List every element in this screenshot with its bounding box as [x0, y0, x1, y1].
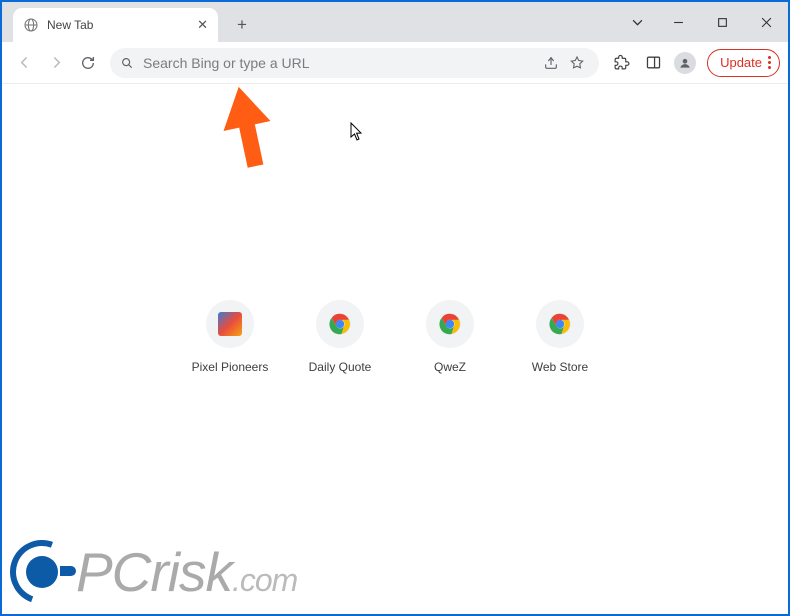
close-button[interactable] — [744, 2, 788, 42]
extensions-button[interactable] — [607, 49, 635, 77]
shortcut-label: Pixel Pioneers — [192, 360, 269, 374]
shortcut-icon — [426, 300, 474, 348]
chrome-icon — [438, 312, 462, 336]
shortcut-label: QweZ — [434, 360, 466, 374]
cursor-icon — [350, 122, 364, 142]
shortcut-qwez[interactable]: QweZ — [410, 300, 490, 374]
update-label: Update — [720, 55, 762, 70]
sidepanel-button[interactable] — [639, 49, 667, 77]
chevron-down-icon[interactable] — [618, 2, 656, 42]
shortcut-icon — [316, 300, 364, 348]
bookmark-icon[interactable] — [569, 55, 585, 71]
share-icon[interactable] — [543, 55, 559, 71]
globe-icon — [23, 17, 39, 33]
profile-button[interactable] — [674, 52, 696, 74]
toolbar: Update — [2, 42, 788, 84]
close-icon[interactable]: ✕ — [197, 17, 208, 33]
minimize-button[interactable] — [656, 2, 700, 42]
browser-tab[interactable]: New Tab ✕ — [13, 8, 218, 42]
watermark-text: PCrisk.com — [76, 545, 297, 600]
shortcut-icon — [536, 300, 584, 348]
back-button[interactable] — [10, 49, 38, 77]
chrome-icon — [548, 312, 572, 336]
kebab-icon — [768, 56, 771, 69]
shortcuts-grid: Pixel Pioneers Daily Quote QweZ Web Stor… — [2, 300, 788, 374]
forward-button[interactable] — [42, 49, 70, 77]
maximize-button[interactable] — [700, 2, 744, 42]
shortcut-label: Daily Quote — [309, 360, 372, 374]
tab-title: New Tab — [47, 18, 189, 32]
shortcut-daily-quote[interactable]: Daily Quote — [300, 300, 380, 374]
shortcut-pixel-pioneers[interactable]: Pixel Pioneers — [190, 300, 270, 374]
watermark-logo-icon — [10, 540, 74, 604]
shortcut-label: Web Store — [532, 360, 588, 374]
pixel-icon — [218, 312, 242, 336]
shortcut-icon — [206, 300, 254, 348]
address-input[interactable] — [143, 55, 534, 71]
titlebar: New Tab ✕ + — [2, 2, 788, 42]
update-button[interactable]: Update — [707, 49, 780, 77]
reload-button[interactable] — [74, 49, 102, 77]
pointer-arrow-annotation — [215, 84, 275, 169]
search-icon — [120, 56, 134, 70]
new-tab-button[interactable]: + — [228, 11, 256, 39]
address-bar[interactable] — [110, 48, 599, 78]
chrome-icon — [328, 312, 352, 336]
shortcut-web-store[interactable]: Web Store — [520, 300, 600, 374]
watermark: PCrisk.com — [10, 540, 297, 604]
page-content: Pixel Pioneers Daily Quote QweZ Web Stor… — [2, 84, 788, 614]
